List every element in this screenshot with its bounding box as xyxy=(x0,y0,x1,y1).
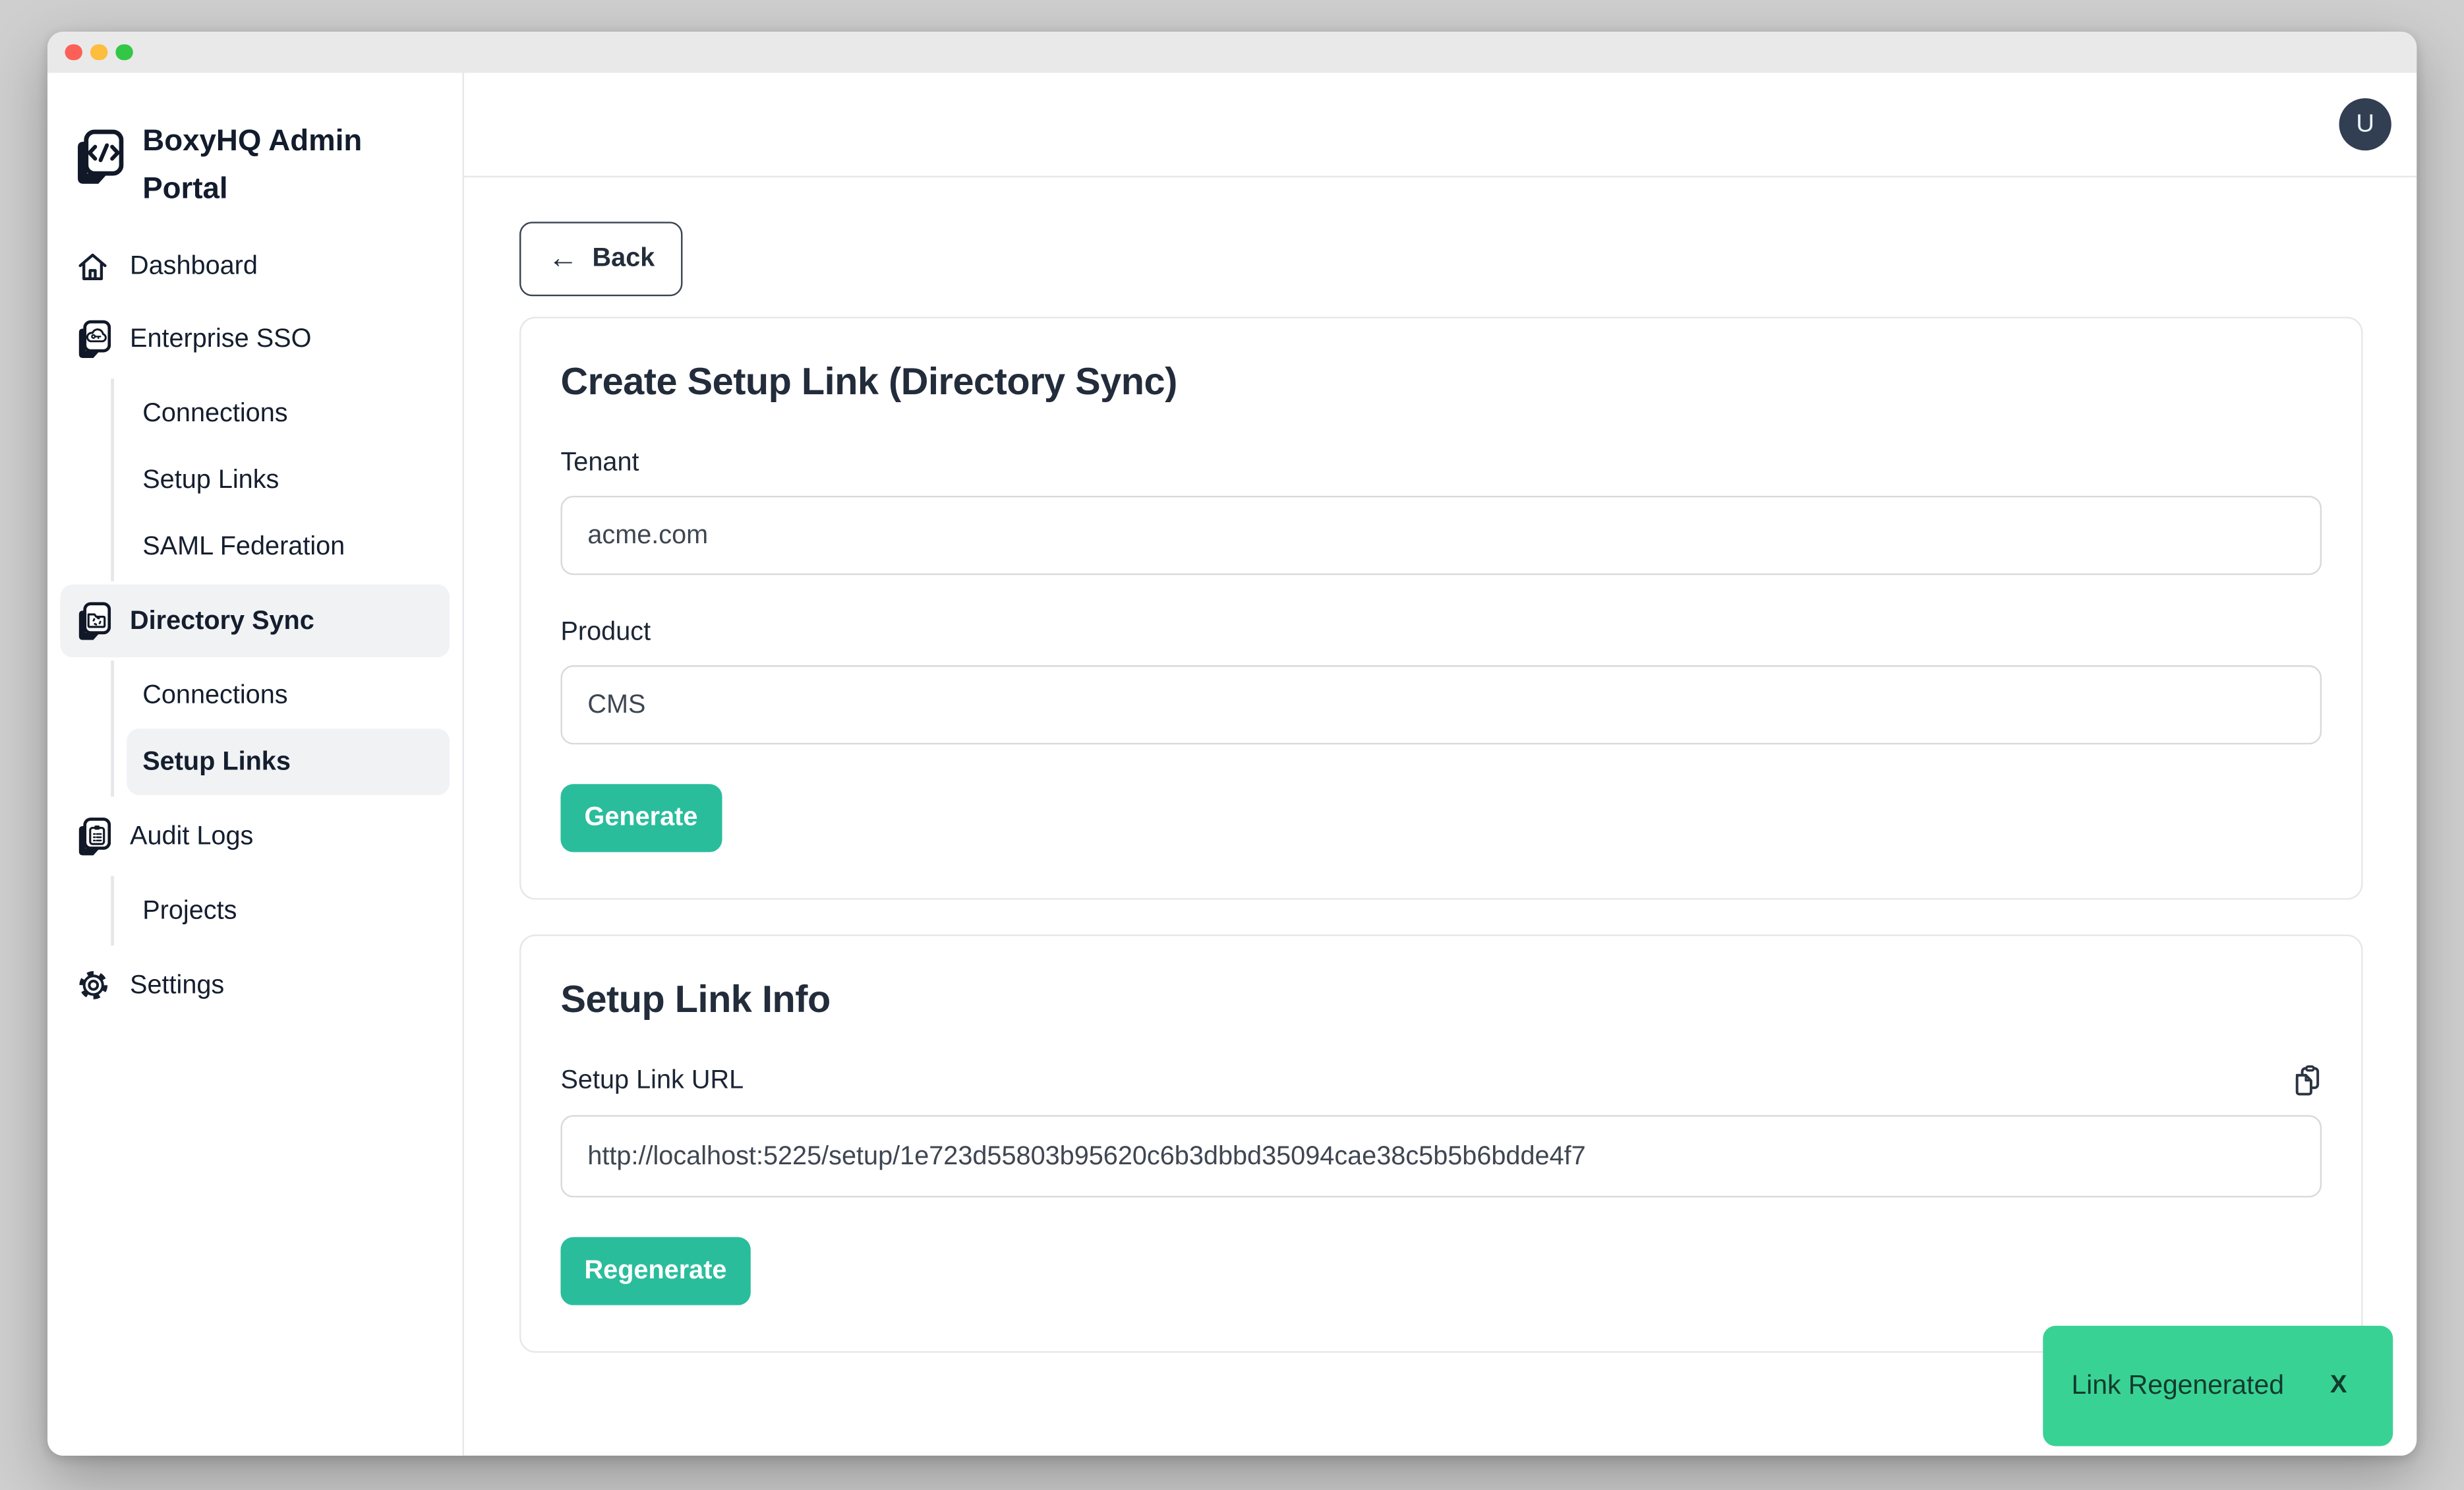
card-title: Create Setup Link (Directory Sync) xyxy=(560,361,2322,405)
toast-close-button[interactable]: X xyxy=(2330,1372,2347,1400)
tenant-input[interactable] xyxy=(560,496,2322,575)
create-setup-link-card: Create Setup Link (Directory Sync) Tenan… xyxy=(519,316,2363,899)
setup-link-url-label: Setup Link URL xyxy=(560,1066,744,1096)
sidebar-item-dashboard[interactable]: Dashboard xyxy=(60,229,450,303)
generate-button[interactable]: Generate xyxy=(560,784,721,852)
sidebar-item-label: Settings xyxy=(130,970,224,1001)
tenant-label: Tenant xyxy=(560,448,2322,479)
avatar-initial: U xyxy=(2356,110,2374,138)
zoom-button[interactable] xyxy=(115,44,132,61)
sidebar-item-label: Audit Logs xyxy=(130,821,253,852)
sso-cloud-key-icon xyxy=(74,319,111,359)
screen: BoxyHQ Admin Portal Dashboard xyxy=(0,0,2464,1490)
copy-icon xyxy=(2293,1079,2322,1102)
product-input[interactable] xyxy=(560,665,2322,744)
app-window: BoxyHQ Admin Portal Dashboard xyxy=(47,32,2417,1456)
back-arrow-icon: ← xyxy=(548,244,578,274)
sidebar-item-sso-setup-links[interactable]: Setup Links xyxy=(127,447,450,514)
brand-name: BoxyHQ Admin Portal xyxy=(142,119,380,214)
gear-icon xyxy=(74,968,111,1003)
app-body: BoxyHQ Admin Portal Dashboard xyxy=(47,73,2417,1456)
sidebar-item-enterprise-sso[interactable]: Enterprise SSO xyxy=(60,303,450,376)
sidebar-item-sso-connections[interactable]: Connections xyxy=(127,380,450,447)
home-icon xyxy=(74,248,111,284)
toast-notification: Link Regenerated X xyxy=(2043,1326,2393,1446)
sidebar-sub-enterprise-sso: Connections Setup Links SAML Federation xyxy=(111,378,450,581)
product-label: Product xyxy=(560,618,2322,648)
setup-link-url-input[interactable] xyxy=(560,1115,2322,1197)
minimize-button[interactable] xyxy=(90,44,107,61)
top-header: U xyxy=(464,73,2417,178)
sidebar-item-label: Enterprise SSO xyxy=(130,324,311,354)
sidebar-sub-directory-sync: Connections Setup Links xyxy=(111,661,450,797)
brand[interactable]: BoxyHQ Admin Portal xyxy=(47,119,462,214)
sidebar-item-label: Directory Sync xyxy=(130,606,314,636)
boxyhq-logo-icon xyxy=(71,119,123,190)
avatar[interactable]: U xyxy=(2339,98,2391,150)
copy-button[interactable] xyxy=(2293,1064,2322,1097)
sidebar: BoxyHQ Admin Portal Dashboard xyxy=(47,73,464,1456)
sidebar-sub-audit-logs: Projects xyxy=(111,876,450,946)
sidebar-item-saml-federation[interactable]: SAML Federation xyxy=(127,513,450,580)
sidebar-item-label: Dashboard xyxy=(130,251,258,282)
sidebar-item-settings[interactable]: Settings xyxy=(60,949,450,1022)
sidebar-nav: Dashboard Enterprise SSO xyxy=(47,229,462,1021)
main-area: U ← Back Create Setup Link (Directory Sy… xyxy=(464,73,2417,1456)
regenerate-button[interactable]: Regenerate xyxy=(560,1237,750,1305)
sidebar-item-ds-connections[interactable]: Connections xyxy=(127,662,450,729)
back-button-label: Back xyxy=(593,244,655,274)
card-title: Setup Link Info xyxy=(560,979,2322,1023)
window-titlebar xyxy=(47,32,2417,73)
url-label-row: Setup Link URL xyxy=(560,1064,2322,1097)
sidebar-item-audit-logs[interactable]: Audit Logs xyxy=(60,800,450,873)
sidebar-item-directory-sync[interactable]: Directory Sync xyxy=(60,585,450,658)
sidebar-item-projects[interactable]: Projects xyxy=(127,878,450,944)
audit-logs-clipboard-icon xyxy=(74,816,111,856)
close-button[interactable] xyxy=(65,44,82,61)
page-content: ← Back Create Setup Link (Directory Sync… xyxy=(464,177,2417,1456)
setup-link-info-card: Setup Link Info Setup Link URL xyxy=(519,934,2363,1352)
back-button[interactable]: ← Back xyxy=(519,222,684,296)
sidebar-item-ds-setup-links[interactable]: Setup Links xyxy=(127,729,450,795)
directory-sync-folder-icon xyxy=(74,601,111,641)
toast-message: Link Regenerated xyxy=(2071,1370,2283,1402)
